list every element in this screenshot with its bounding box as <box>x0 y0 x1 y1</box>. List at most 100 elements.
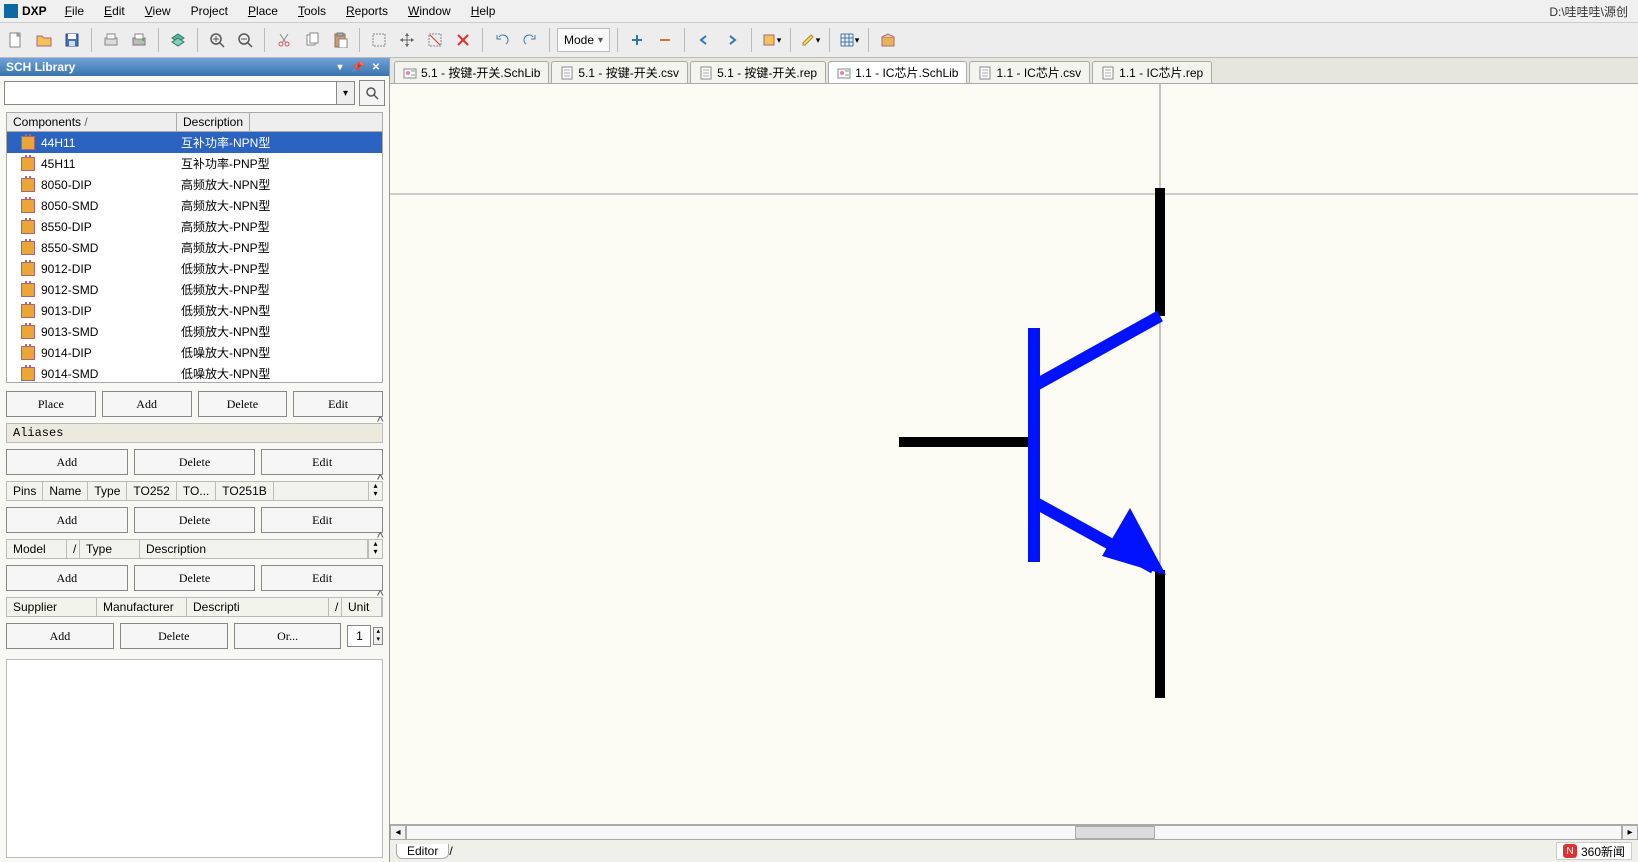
aliases-add-button[interactable]: Add <box>6 449 128 475</box>
model-header[interactable]: Model / Type Description ▴▾ <box>6 539 383 559</box>
supplier-order-button[interactable]: Or... <box>234 623 342 649</box>
dxp-menu[interactable]: DXP <box>22 4 47 18</box>
document-tab[interactable]: 5.1 - 按键-开关.SchLib <box>394 61 549 83</box>
aliases-delete-button[interactable]: Delete <box>134 449 256 475</box>
document-tab[interactable]: 1.1 - IC芯片.csv <box>969 61 1090 83</box>
table-row[interactable]: 9012-SMD低频放大-PNP型 <box>7 279 382 300</box>
cut-icon[interactable] <box>272 28 296 52</box>
aliases-edit-button[interactable]: Edit <box>261 449 383 475</box>
filter-input[interactable] <box>5 82 336 104</box>
select-rect-icon[interactable] <box>367 28 391 52</box>
menu-edit[interactable]: Edit <box>94 2 135 20</box>
table-row[interactable]: 9014-DIP低噪放大-NPN型 <box>7 342 382 363</box>
copy-icon[interactable] <box>300 28 324 52</box>
col-components[interactable]: Components <box>7 113 177 131</box>
supplier-delete-button[interactable]: Delete <box>120 623 228 649</box>
pins-add-button[interactable]: Add <box>6 507 128 533</box>
col-pin-type[interactable]: Type <box>88 482 127 500</box>
edit-button[interactable]: Edit <box>293 391 383 417</box>
scroll-right-icon[interactable]: ▸ <box>1622 825 1638 840</box>
add-button[interactable]: Add <box>102 391 192 417</box>
delete-button[interactable]: Delete <box>198 391 288 417</box>
col-to-ellipsis[interactable]: TO... <box>177 482 216 500</box>
panel-pin-icon[interactable]: 📌 <box>351 60 365 74</box>
table-row[interactable]: 45H11互补功率-PNP型 <box>7 153 382 174</box>
next-icon[interactable] <box>720 28 744 52</box>
col-pin-name[interactable]: Name <box>43 482 88 500</box>
col-to251b[interactable]: TO251B <box>216 482 273 500</box>
redo-icon[interactable] <box>518 28 542 52</box>
menu-place[interactable]: Place <box>238 2 288 20</box>
clear-icon[interactable] <box>451 28 475 52</box>
grid-icon[interactable]: ▾ <box>837 28 861 52</box>
move-icon[interactable] <box>395 28 419 52</box>
new-part-icon[interactable]: ▾ <box>759 28 783 52</box>
components-body[interactable]: 44H11互补功率-NPN型45H11互补功率-PNP型8050-DIP高频放大… <box>7 132 382 382</box>
document-tab[interactable]: 5.1 - 按键-开关.rep <box>690 61 826 83</box>
zoom-out-icon[interactable] <box>233 28 257 52</box>
news-badge[interactable]: N 360新闻 <box>1556 842 1632 860</box>
scroll-left-icon[interactable]: ◂ <box>390 825 406 840</box>
table-row[interactable]: 8050-DIP高频放大-NPN型 <box>7 174 382 195</box>
editor-tab[interactable]: Editor <box>396 844 449 859</box>
schematic-canvas[interactable] <box>390 84 1638 824</box>
model-edit-button[interactable]: Edit <box>261 565 383 591</box>
table-row[interactable]: 8550-DIP高频放大-PNP型 <box>7 216 382 237</box>
table-row[interactable]: 44H11互补功率-NPN型 <box>7 132 382 153</box>
order-quantity-input[interactable] <box>347 625 371 647</box>
paste-icon[interactable] <box>328 28 352 52</box>
table-row[interactable]: 9012-DIP低频放大-PNP型 <box>7 258 382 279</box>
col-to252[interactable]: TO252 <box>127 482 176 500</box>
undo-icon[interactable] <box>490 28 514 52</box>
open-folder-icon[interactable] <box>32 28 56 52</box>
col-model[interactable]: Model <box>7 540 67 558</box>
layers-icon[interactable] <box>166 28 190 52</box>
col-supplier[interactable]: Supplier <box>7 598 97 616</box>
print-preview-icon[interactable] <box>99 28 123 52</box>
menu-window[interactable]: Window <box>398 2 461 20</box>
pins-header[interactable]: Pins Name Type TO252 TO... TO251B ▴▾ <box>6 481 383 501</box>
model-delete-button[interactable]: Delete <box>134 565 256 591</box>
print-icon[interactable] <box>127 28 151 52</box>
place-button[interactable]: Place <box>6 391 96 417</box>
components-header[interactable]: Components Description <box>7 113 382 132</box>
document-tab[interactable]: 1.1 - IC芯片.SchLib <box>828 61 967 83</box>
table-row[interactable]: 8550-SMD高频放大-PNP型 <box>7 237 382 258</box>
menu-tools[interactable]: Tools <box>288 2 336 20</box>
box-icon[interactable] <box>876 28 900 52</box>
plus-icon[interactable] <box>625 28 649 52</box>
table-row[interactable]: 9013-DIP低频放大-NPN型 <box>7 300 382 321</box>
horizontal-scrollbar[interactable]: ◂ ▸ <box>390 824 1638 840</box>
mode-dropdown[interactable]: Mode▾ <box>557 28 610 52</box>
edit-pencil-icon[interactable]: ▾ <box>798 28 822 52</box>
col-model-type[interactable]: Type <box>80 540 140 558</box>
col-model-desc[interactable]: Description <box>140 540 368 558</box>
supplier-header[interactable]: Supplier Manufacturer Descripti / Unit <box>6 597 383 617</box>
supplier-add-button[interactable]: Add <box>6 623 114 649</box>
prev-icon[interactable] <box>692 28 716 52</box>
table-row[interactable]: 9013-SMD低频放大-NPN型 <box>7 321 382 342</box>
menu-reports[interactable]: Reports <box>336 2 398 20</box>
table-row[interactable]: 9014-SMD低噪放大-NPN型 <box>7 363 382 382</box>
order-quantity-spinner[interactable]: ▴▾ <box>373 627 383 645</box>
col-pins[interactable]: Pins <box>7 482 43 500</box>
filter-combo[interactable]: ▾ <box>4 81 355 105</box>
pins-delete-button[interactable]: Delete <box>134 507 256 533</box>
scrollbar-thumb[interactable] <box>1075 826 1155 839</box>
menu-project[interactable]: Project <box>181 2 238 20</box>
document-tab[interactable]: 5.1 - 按键-开关.csv <box>551 61 688 83</box>
col-supplier-desc[interactable]: Descripti <box>187 598 329 616</box>
zoom-in-icon[interactable] <box>205 28 229 52</box>
panel-close-icon[interactable]: ✕ <box>369 60 383 74</box>
model-add-button[interactable]: Add <box>6 565 128 591</box>
menu-help[interactable]: Help <box>461 2 506 20</box>
new-file-icon[interactable] <box>4 28 28 52</box>
menu-view[interactable]: View <box>135 2 181 20</box>
panel-title-bar[interactable]: SCH Library ▾ 📌 ✕ <box>0 58 389 76</box>
document-tab[interactable]: 1.1 - IC芯片.rep <box>1092 61 1212 83</box>
pins-edit-button[interactable]: Edit <box>261 507 383 533</box>
panel-dropdown-icon[interactable]: ▾ <box>333 60 347 74</box>
minus-icon[interactable] <box>653 28 677 52</box>
menu-file[interactable]: File <box>55 2 94 20</box>
col-description[interactable]: Description <box>177 113 250 131</box>
